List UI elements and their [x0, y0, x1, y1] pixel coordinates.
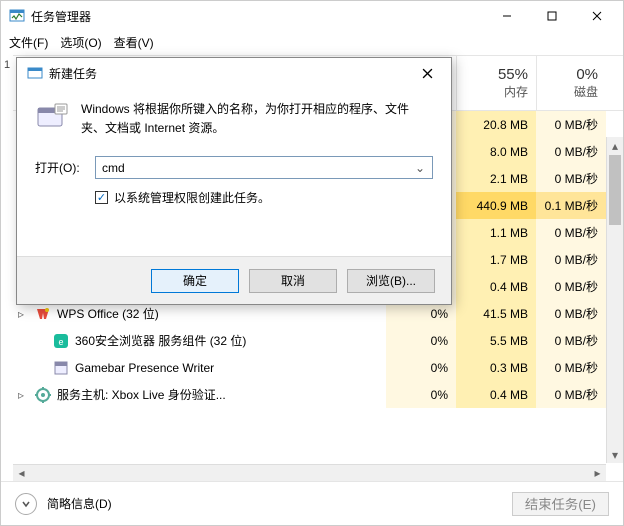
title-bar: 任务管理器 [1, 1, 623, 31]
disk-cell: 0 MB/秒 [536, 246, 606, 273]
collapse-details-button[interactable] [15, 493, 37, 515]
cpu-cell: 0% [386, 354, 456, 381]
svg-text:e: e [58, 337, 63, 347]
process-name: 360安全浏览器 服务组件 (32 位) [75, 332, 386, 349]
left-tab-strip: 1 [1, 59, 13, 459]
memory-cell: 8.0 MB [456, 138, 536, 165]
run-program-icon [35, 100, 69, 134]
disk-cell: 0 MB/秒 [536, 165, 606, 192]
cancel-button[interactable]: 取消 [249, 269, 337, 293]
ok-button[interactable]: 确定 [151, 269, 239, 293]
dialog-title: 新建任务 [49, 65, 97, 82]
process-icon [53, 360, 69, 376]
disk-cell: 0 MB/秒 [536, 354, 606, 381]
brief-info-label[interactable]: 简略信息(D) [47, 495, 112, 512]
scroll-down-icon[interactable]: ▾ [607, 446, 623, 463]
disk-cell: 0 MB/秒 [536, 111, 606, 138]
memory-cell: 0.4 MB [456, 273, 536, 300]
memory-cell: 1.7 MB [456, 246, 536, 273]
memory-cell: 2.1 MB [456, 165, 536, 192]
table-row[interactable]: Gamebar Presence Writer0%0.3 MB0 MB/秒 [13, 354, 623, 381]
process-icon [35, 306, 51, 322]
admin-checkbox[interactable]: ✓ [95, 191, 108, 204]
process-name: WPS Office (32 位) [57, 305, 386, 322]
disk-cell: 0 MB/秒 [536, 381, 606, 408]
dialog-close-button[interactable] [407, 58, 447, 88]
table-row[interactable]: ▹ 服务主机: Xbox Live 身份验证...0%0.4 MB0 MB/秒 [13, 381, 623, 408]
column-header-memory[interactable]: 55% 内存 [456, 56, 536, 110]
window-title: 任务管理器 [31, 8, 91, 25]
footer-bar: 简略信息(D) 结束任务(E) [1, 481, 623, 525]
scroll-up-icon[interactable]: ▴ [607, 137, 623, 154]
memory-cell: 440.9 MB [456, 192, 536, 219]
disk-cell: 0 MB/秒 [536, 300, 606, 327]
run-dialog-icon [27, 65, 43, 81]
memory-percent: 55% [498, 66, 528, 83]
disk-cell: 0 MB/秒 [536, 138, 606, 165]
scroll-right-icon[interactable]: ▸ [589, 465, 606, 481]
memory-cell: 41.5 MB [456, 300, 536, 327]
disk-cell: 0 MB/秒 [536, 327, 606, 354]
disk-cell: 0 MB/秒 [536, 219, 606, 246]
expand-icon[interactable]: ▹ [13, 307, 29, 321]
maximize-button[interactable] [529, 1, 574, 31]
open-input[interactable] [100, 160, 412, 176]
end-task-button[interactable]: 结束任务(E) [512, 492, 609, 516]
memory-cell: 0.4 MB [456, 381, 536, 408]
menu-options[interactable]: 选项(O) [60, 34, 101, 51]
disk-percent: 0% [576, 66, 598, 83]
vertical-scrollbar[interactable]: ▴ ▾ [606, 137, 623, 463]
menu-view[interactable]: 查看(V) [114, 34, 154, 51]
dialog-title-bar: 新建任务 [17, 58, 451, 88]
dialog-message: Windows 将根据你所键入的名称，为你打开相应的程序、文件夹、文档或 Int… [81, 100, 433, 138]
cpu-cell: 0% [386, 381, 456, 408]
process-icon: e [53, 333, 69, 349]
menu-file[interactable]: 文件(F) [9, 34, 48, 51]
memory-label: 内存 [504, 83, 528, 100]
process-icon [35, 387, 51, 403]
new-task-dialog: 新建任务 Windows 将根据你所键入的名称，为你打开相应的程序、文件夹、文档… [16, 57, 452, 305]
open-combobox[interactable]: ⌄ [95, 156, 433, 179]
horizontal-scrollbar[interactable]: ◂ ▸ [13, 464, 606, 481]
menu-bar: 文件(F) 选项(O) 查看(V) [1, 31, 623, 53]
memory-cell: 5.5 MB [456, 327, 536, 354]
process-name: Gamebar Presence Writer [75, 361, 386, 375]
disk-label: 磁盘 [574, 83, 598, 100]
cpu-cell: 0% [386, 327, 456, 354]
memory-cell: 0.3 MB [456, 354, 536, 381]
memory-cell: 1.1 MB [456, 219, 536, 246]
memory-cell: 20.8 MB [456, 111, 536, 138]
browse-button[interactable]: 浏览(B)... [347, 269, 435, 293]
disk-cell: 0 MB/秒 [536, 273, 606, 300]
task-manager-icon [9, 8, 25, 24]
expand-icon[interactable]: ▹ [13, 388, 29, 402]
scroll-left-icon[interactable]: ◂ [13, 465, 30, 481]
open-label: 打开(O): [35, 159, 87, 176]
close-button[interactable] [574, 1, 619, 31]
disk-cell: 0.1 MB/秒 [536, 192, 606, 219]
scrollbar-thumb[interactable] [609, 155, 621, 225]
column-header-disk[interactable]: 0% 磁盘 [536, 56, 606, 110]
dialog-button-row: 确定 取消 浏览(B)... [17, 256, 451, 304]
minimize-button[interactable] [484, 1, 529, 31]
table-row[interactable]: e 360安全浏览器 服务组件 (32 位)0%5.5 MB0 MB/秒 [13, 327, 623, 354]
chevron-down-icon[interactable]: ⌄ [412, 161, 428, 175]
admin-checkbox-label[interactable]: 以系统管理权限创建此任务。 [114, 189, 270, 206]
process-name: 服务主机: Xbox Live 身份验证... [57, 386, 386, 403]
